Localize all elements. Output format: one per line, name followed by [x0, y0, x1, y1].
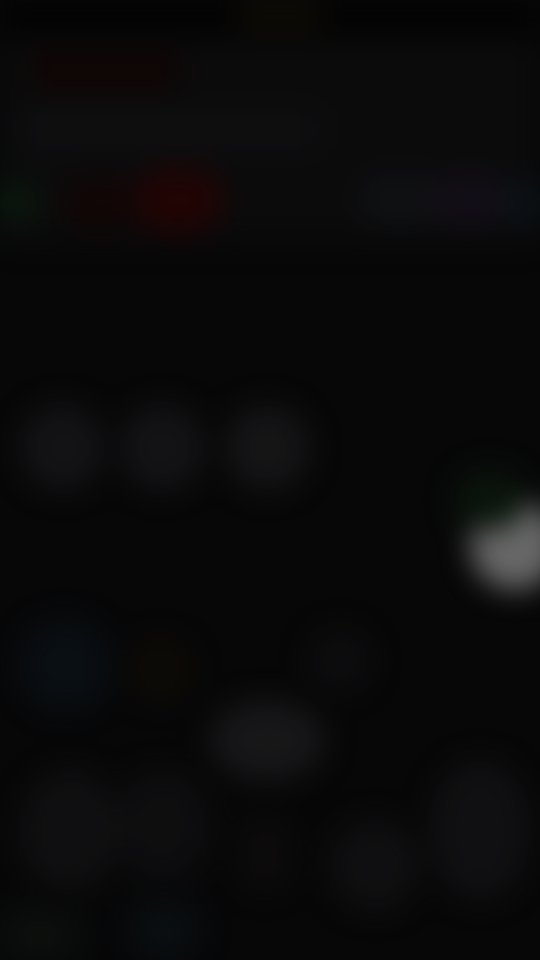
blurred-screen — [0, 0, 540, 960]
dim-overlay — [0, 0, 540, 960]
